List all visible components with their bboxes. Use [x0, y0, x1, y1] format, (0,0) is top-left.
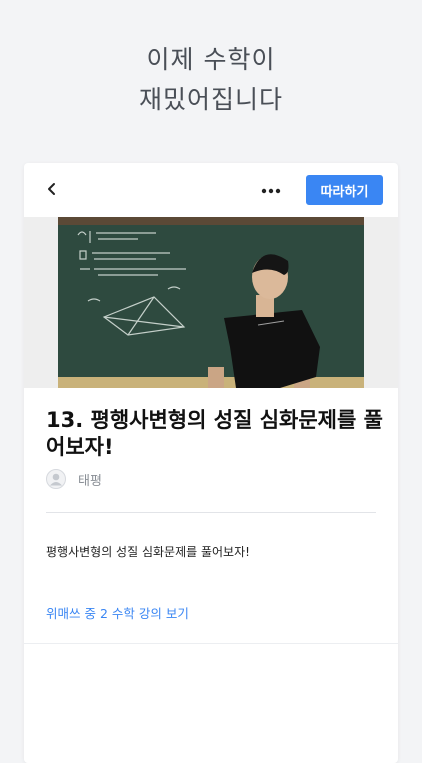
- promo-text: 이제 수학이 재밌어집니다: [0, 40, 422, 120]
- lecture-image: [58, 217, 364, 388]
- series-link[interactable]: 위매쓰 중 2 수학 강의 보기: [46, 603, 189, 622]
- more-horizontal-icon: [261, 188, 281, 194]
- promo-line-2: 재밌어집니다: [138, 85, 283, 114]
- card-toolbar: 따라하기: [24, 163, 398, 217]
- chevron-left-icon: [48, 183, 55, 195]
- video-description: 평행사변형의 성질 심화문제를 풀어보자!: [46, 545, 250, 559]
- divider: [24, 643, 398, 644]
- avatar-icon: [46, 469, 66, 489]
- follow-button[interactable]: 따라하기: [306, 175, 383, 205]
- author[interactable]: 태평: [46, 468, 102, 490]
- divider: [46, 512, 376, 513]
- promo-line-1: 이제 수학이: [146, 45, 276, 74]
- author-name: 태평: [78, 473, 102, 489]
- more-button[interactable]: [258, 179, 284, 203]
- back-button[interactable]: [40, 177, 64, 201]
- video-title: 13. 평행사변형의 성질 심화문제를 풀어보자!: [46, 408, 383, 459]
- video-card: 따라하기 13. 평행사변형의 성질 심화문제를 풀어보자! 태평 평행사변형의…: [24, 163, 398, 763]
- video-thumbnail[interactable]: [24, 217, 398, 388]
